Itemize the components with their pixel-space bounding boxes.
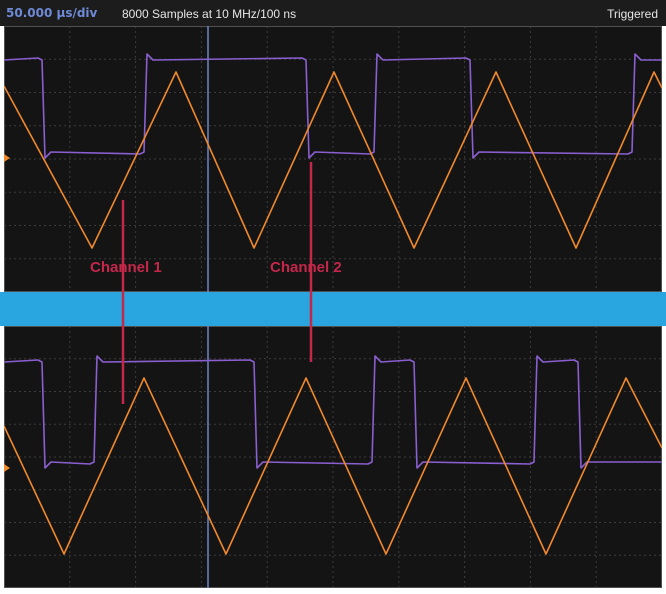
sample-rate-readout: 8000 Samples at 10 MHz/100 ns [122,7,297,21]
scope-status-bar: 50.000 µs/div 8000 Samples at 10 MHz/100… [0,0,666,26]
waveform-plot-bottom [4,326,662,588]
waveform-plot-top [4,26,662,292]
channel-offset-marker [4,464,10,472]
waveform-display-top[interactable] [4,26,662,292]
timebase-readout[interactable]: 50.000 µs/div [6,6,97,20]
channel-offset-marker [4,154,10,162]
waveform-display-bottom[interactable] [4,326,662,588]
trigger-status: Triggered [607,7,658,21]
divider-band [0,292,666,326]
channel1-annotation-label: Channel 1 [90,259,162,276]
channel2-annotation-label: Channel 2 [270,259,342,276]
